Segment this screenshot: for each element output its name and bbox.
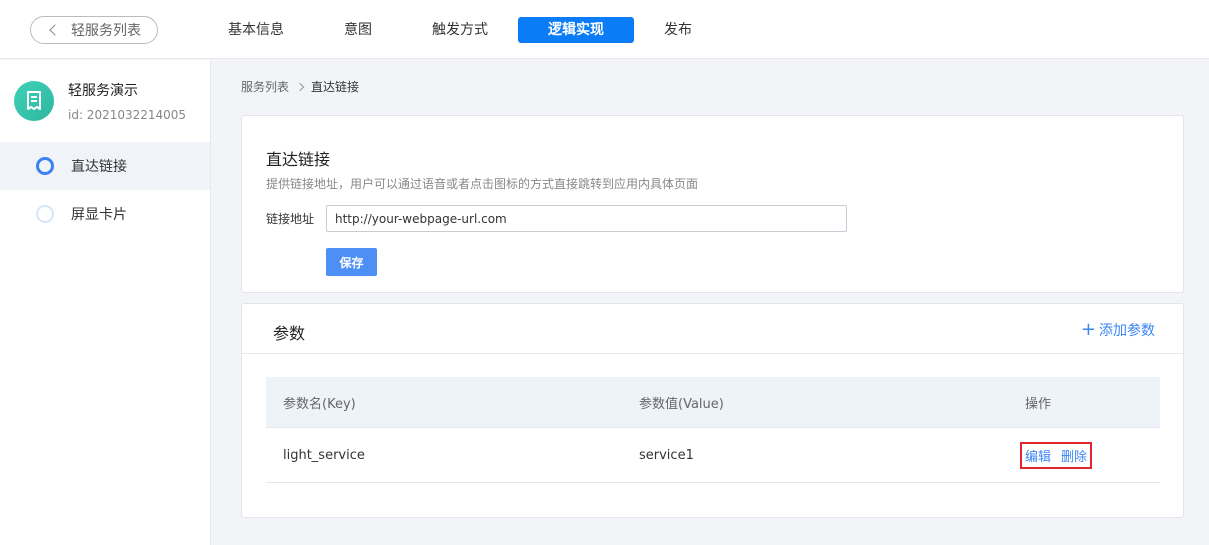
- highlighted-actions: 编辑 删除: [1020, 441, 1093, 469]
- radio-selected-icon: [36, 157, 54, 175]
- plus-icon: +: [1080, 319, 1096, 340]
- delete-param-link[interactable]: 删除: [1059, 446, 1089, 465]
- params-title: 参数: [273, 324, 306, 343]
- params-table: 参数名(Key) 参数值(Value) 操作 light_service ser…: [266, 377, 1160, 483]
- column-header-key: 参数名(Key): [283, 396, 356, 412]
- save-button[interactable]: 保存: [326, 248, 377, 276]
- column-header-value: 参数值(Value): [639, 396, 724, 412]
- back-to-service-list-button[interactable]: 轻服务列表: [30, 16, 158, 44]
- tab-basic-info[interactable]: 基本信息: [218, 17, 294, 43]
- params-card: 参数 + 添加参数 参数名(Key) 参数值(Value) 操作 light_s…: [241, 303, 1184, 518]
- breadcrumb: 服务列表 直达链接: [241, 78, 359, 95]
- add-param-button[interactable]: + 添加参数: [1081, 320, 1155, 340]
- sidebar-item-label: 屏显卡片: [71, 207, 127, 223]
- app-name: 轻服务演示: [68, 83, 138, 99]
- column-header-actions: 操作: [1025, 396, 1052, 412]
- direct-link-card: 直达链接 提供链接地址，用户可以通过语音或者点击图标的方式直接跳转到应用内具体页…: [241, 115, 1184, 293]
- app-avatar: [14, 81, 54, 121]
- chevron-right-icon: [295, 82, 305, 91]
- params-header: 参数 + 添加参数: [242, 304, 1183, 354]
- receipt-icon: [27, 91, 41, 110]
- param-key-cell: light_service: [283, 447, 365, 463]
- sidebar-item-label: 直达链接: [71, 159, 127, 175]
- param-actions-cell: 编辑 删除: [1006, 441, 1160, 469]
- sidebar-item-screen-card[interactable]: 屏显卡片: [0, 190, 210, 238]
- chevron-left-icon: [49, 24, 61, 36]
- back-button-label: 轻服务列表: [71, 23, 141, 39]
- sidebar-item-direct-link[interactable]: 直达链接: [0, 142, 210, 190]
- tab-publish[interactable]: 发布: [654, 17, 702, 43]
- param-value-cell: service1: [639, 447, 694, 463]
- table-header: 参数名(Key) 参数值(Value) 操作: [266, 377, 1160, 428]
- top-bar: 轻服务列表 基本信息 意图 触发方式 逻辑实现 发布: [0, 0, 1209, 59]
- sidebar: 轻服务演示 id: 2021032214005 直达链接 屏显卡片: [0, 60, 211, 545]
- breadcrumb-current: 直达链接: [311, 80, 360, 94]
- tab-intent[interactable]: 意图: [330, 17, 386, 43]
- link-address-label: 链接地址: [266, 212, 315, 226]
- direct-link-title: 直达链接: [266, 150, 331, 169]
- app-id: id: 2021032214005: [68, 108, 187, 122]
- link-address-input[interactable]: [326, 205, 847, 232]
- tab-logic-implementation[interactable]: 逻辑实现: [518, 17, 634, 43]
- breadcrumb-root[interactable]: 服务列表: [241, 78, 289, 95]
- edit-param-link[interactable]: 编辑: [1023, 446, 1053, 465]
- table-row: light_service service1 编辑 删除: [266, 428, 1160, 483]
- add-param-label: 添加参数: [1099, 323, 1155, 339]
- tab-trigger-method[interactable]: 触发方式: [422, 17, 498, 43]
- radio-unselected-icon: [36, 205, 54, 223]
- direct-link-description: 提供链接地址，用户可以通过语音或者点击图标的方式直接跳转到应用内具体页面: [266, 177, 699, 191]
